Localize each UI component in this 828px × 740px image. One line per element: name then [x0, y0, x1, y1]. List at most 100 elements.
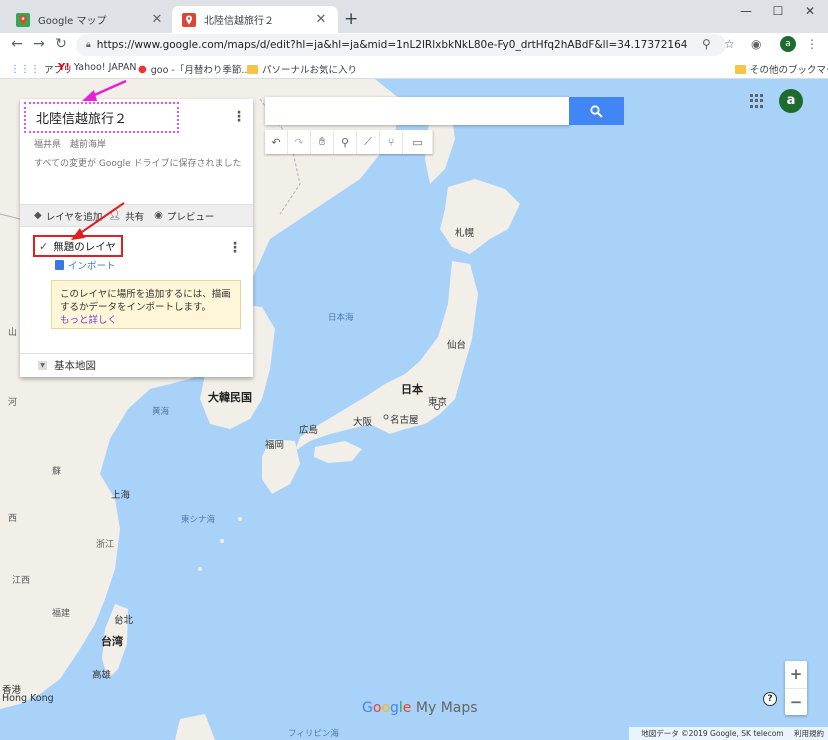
map-label-jiangxi: 江西 — [12, 576, 31, 586]
map-label-philippine-sea: フィリピン海 — [288, 729, 339, 739]
url-text: https://www.google.com/maps/d/edit?hl=ja… — [96, 39, 687, 51]
address-bar[interactable]: 🔒︎ https://www.google.com/maps/d/edit?hl… — [76, 34, 726, 56]
map-label-korea: 大韓民国 — [208, 391, 252, 404]
map-description[interactable]: 福井県 越前海岸 — [34, 137, 106, 150]
layer-name: 無題のレイヤ — [53, 240, 116, 253]
bookmark-label: パソーナルお気に入り — [262, 65, 358, 76]
map-label-hong-kong: Hong Kong — [2, 693, 54, 704]
bookmark-personal[interactable]: パソーナルお気に入り — [247, 62, 357, 76]
base-map-row[interactable]: ▼ 基本地図 — [20, 353, 253, 377]
reload-icon[interactable]: ↻ — [52, 36, 70, 52]
layer-item[interactable]: ✓ 無題のレイヤ — [33, 235, 123, 257]
tab-title: Google マップ — [38, 16, 107, 27]
map-label-taipei: 台北 — [114, 615, 134, 626]
map-options-icon[interactable]: · · · — [234, 106, 244, 128]
map-editor-panel: 北陸信越旅行２ · · · 福井県 越前海岸 すべての変更が Google ドライブ… — [20, 99, 253, 377]
map-label-sea-of-japan: 日本海 — [328, 313, 354, 323]
google-my-maps-logo: Google My Maps — [362, 700, 478, 716]
preview-button[interactable]: ◉ プレビュー — [154, 209, 214, 223]
tab-my-maps[interactable]: 北陸信越旅行２ ✕ — [172, 6, 338, 33]
redo-icon[interactable]: ↷ — [288, 130, 311, 154]
map-label-sapporo: 札幌 — [455, 228, 475, 239]
preview-label: プレビュー — [166, 211, 215, 223]
hint-text: このレイヤに場所を追加するには、描画するかデータをインポートします。 — [60, 289, 231, 313]
layers-icon: ◆ — [34, 210, 42, 221]
directions-icon[interactable]: ⑂ — [380, 130, 403, 154]
map-toolbar: ↶ ↷ ✋︎ ⚲ ⟋ ⑂ ▭ — [265, 130, 433, 154]
close-icon[interactable]: ✕ — [314, 12, 328, 27]
terms-link[interactable]: 利用規約 — [794, 729, 824, 738]
bookmark-goo[interactable]: ● goo -「月替わり季節... — [138, 62, 251, 77]
learn-more-link[interactable]: もっと詳しく — [60, 315, 117, 326]
account-avatar[interactable]: a — [779, 89, 803, 113]
hand-tool-icon[interactable]: ✋︎ — [311, 130, 334, 154]
add-layer-button[interactable]: ◆ レイヤを追加 — [34, 209, 102, 223]
share-button[interactable]: 👤︎ 共有 — [108, 209, 144, 223]
import-label: インポート — [68, 261, 116, 272]
map-label-nagoya: 名古屋 — [390, 415, 419, 426]
minimize-button[interactable]: — — [736, 4, 756, 18]
checkbox-checked-icon[interactable]: ✓ — [39, 240, 48, 253]
extension-icon[interactable]: ◉ — [751, 37, 761, 51]
map-label-zhejiang: 浙江 — [96, 540, 115, 550]
bookmark-label: goo -「月替わり季節... — [150, 65, 251, 76]
zoom-in-button[interactable]: + — [785, 661, 807, 688]
map-label-su: 蘇 — [52, 467, 62, 477]
bookmark-other[interactable]: その他のブックマーク — [735, 62, 828, 76]
map-label-japan: 日本 — [401, 383, 423, 396]
maximize-button[interactable]: ☐ — [768, 4, 788, 18]
logo-suffix: My Maps — [415, 700, 478, 716]
map-canvas[interactable]: 札幌 日本海 仙台 日本 東京 名古屋 大阪 広島 福岡 大韓民国 黄海 上海 … — [0, 79, 828, 740]
add-person-icon: 👤︎ — [108, 210, 122, 221]
map-label-fujian: 福建 — [52, 609, 71, 619]
save-status: すべての変更が Google ドライブに保存されました — [34, 159, 242, 169]
map-attribution: 地図データ ©2019 Google, SK telecom 利用規約 — [629, 727, 828, 740]
google-apps-icon[interactable] — [750, 94, 764, 108]
bookmark-label: その他のブックマーク — [750, 65, 828, 76]
panel-action-row: ◆ レイヤを追加 👤︎ 共有 ◉ プレビュー — [20, 204, 253, 227]
map-label-hiroshima: 広島 — [299, 425, 319, 436]
map-label-east-china-sea: 東シナ海 — [181, 515, 216, 525]
bookmark-label: Yahoo! JAPAN — [73, 62, 137, 73]
new-tab-button[interactable]: + — [344, 9, 358, 29]
apps-grid-icon: ⋮⋮⋮ — [10, 63, 40, 75]
tab-google-maps[interactable]: Google マップ ✕ — [6, 6, 174, 33]
bookmark-yahoo[interactable]: Y! Yahoo! JAPAN — [58, 62, 136, 73]
map-label-taiwan: 台湾 — [101, 635, 123, 648]
forward-arrow-icon[interactable]: → — [30, 36, 48, 52]
close-icon[interactable]: ✕ — [150, 12, 164, 27]
add-marker-icon[interactable]: ⚲ — [334, 130, 357, 154]
undo-icon[interactable]: ↶ — [265, 130, 288, 154]
bookmark-star-icon[interactable]: ☆ — [724, 37, 735, 51]
search-button[interactable] — [569, 97, 624, 125]
lock-icon: 🔒︎ — [86, 40, 91, 50]
base-map-label: 基本地図 — [54, 360, 96, 372]
profile-avatar[interactable]: a — [780, 36, 796, 52]
measure-ruler-icon[interactable]: ▭ — [403, 130, 433, 154]
map-search-input[interactable] — [265, 97, 570, 125]
help-button[interactable]: ? — [763, 692, 777, 706]
search-icon — [590, 104, 603, 118]
import-icon — [55, 260, 64, 270]
bookmarks-bar: ⋮⋮⋮ アプリ Y! Yahoo! JAPAN ● goo -「月替わり季節..… — [0, 57, 828, 79]
browser-tab-strip: Google マップ ✕ 北陸信越旅行２ ✕ + — ☐ ✕ — [0, 0, 828, 33]
browser-menu-icon[interactable]: ⋮ — [806, 37, 818, 51]
chevron-down-icon[interactable]: ▼ — [38, 361, 47, 370]
map-title: 北陸信越旅行２ — [36, 112, 128, 127]
zoom-icon[interactable]: ⚲ — [702, 37, 711, 51]
browser-toolbar: ← → ↻ 🔒︎ https://www.google.com/maps/d/e… — [0, 33, 828, 57]
map-title-box[interactable]: 北陸信越旅行２ — [24, 102, 179, 133]
close-window-button[interactable]: ✕ — [800, 4, 820, 18]
import-link[interactable]: インポート — [55, 258, 116, 272]
google-maps-icon — [16, 12, 30, 27]
map-label-shan: 山 — [8, 328, 18, 338]
yahoo-icon: Y! — [58, 62, 70, 73]
layer-options-icon[interactable]: · · · — [230, 237, 240, 259]
zoom-out-button[interactable]: − — [785, 688, 807, 715]
back-arrow-icon[interactable]: ← — [8, 36, 26, 52]
map-label-tokyo: 東京 — [428, 397, 448, 408]
map-label-kaohsiung: 高雄 — [92, 670, 112, 681]
zoom-control: + − — [785, 661, 807, 715]
draw-line-icon[interactable]: ⟋ — [357, 130, 380, 154]
goo-icon: ● — [138, 63, 147, 75]
